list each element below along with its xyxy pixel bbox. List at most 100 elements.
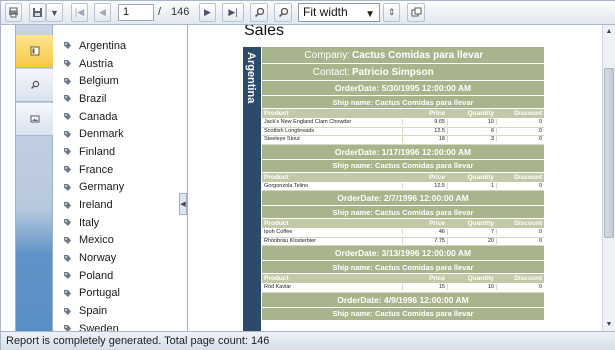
table-cell: Jack's New England Clam Chowder	[264, 119, 352, 125]
contact-label: Contact:	[312, 66, 350, 78]
document-map-item-label: Mexico	[79, 234, 114, 247]
tab-search[interactable]	[16, 69, 53, 102]
order-date-row: OrderDate: 2/7/1996 12:00:00 AM	[262, 191, 544, 206]
zoom-out-icon	[278, 7, 288, 18]
tab-document-map[interactable]	[16, 35, 53, 68]
table-row: Steeleye Stout 18 3 0	[262, 136, 544, 145]
column-header: Product	[264, 110, 289, 117]
order-date-row: OrderDate: 4/9/1996 12:00:00 AM	[262, 292, 544, 308]
page-separator: /	[158, 6, 162, 18]
first-page-button[interactable]: |◀	[71, 3, 88, 22]
scroll-up-icon[interactable]: ▲	[603, 25, 615, 37]
tag-icon	[64, 201, 71, 209]
document-map-item[interactable]: Spain	[63, 302, 183, 320]
document-map-item[interactable]: Norway	[63, 249, 183, 267]
document-map-item[interactable]: Portugal	[63, 285, 183, 303]
column-header: Discount	[514, 173, 542, 181]
company-label: Company:	[304, 49, 350, 61]
tab-thumbnails[interactable]	[16, 103, 53, 136]
document-map-item[interactable]: Italy	[63, 214, 183, 232]
tag-icon	[64, 148, 71, 156]
column-header: Product	[264, 275, 289, 282]
table-cell: Steeleye Stout	[264, 136, 300, 142]
document-map-item[interactable]: Austria	[63, 55, 183, 73]
last-page-button[interactable]: ▶|	[222, 3, 244, 22]
column-header: Product	[264, 173, 289, 181]
save-icon	[33, 8, 42, 17]
document-map-item[interactable]: Finland	[63, 143, 183, 161]
column-header: Quantity	[467, 110, 494, 117]
sidebar-collapse-handle[interactable]: ◀	[179, 193, 187, 215]
chevron-down-icon: ▼	[50, 7, 59, 18]
ship-name-row: Ship name: Cactus Comidas para llevar	[262, 206, 544, 219]
page-number-input[interactable]: 1	[118, 4, 154, 21]
tag-icon	[64, 183, 71, 191]
group-band: Argentina	[243, 47, 261, 331]
document-map-item[interactable]: France	[63, 161, 183, 179]
table-cell: 0	[496, 229, 544, 235]
table-cell: Scottish Longbreads	[264, 127, 315, 134]
column-header-row: Product Price Quantity Discount	[262, 274, 544, 284]
vertical-scrollbar[interactable]: ▲ ▼	[602, 25, 615, 331]
document-map-item[interactable]: Argentina	[63, 37, 183, 55]
company-value: Cactus Comidas para llevar	[352, 49, 484, 61]
document-map-item[interactable]: Denmark	[63, 125, 183, 143]
sidebar: Argentina Austria Belgium Brazil Canada Denma…	[1, 25, 188, 331]
document-map-item-label: Belgium	[79, 75, 119, 88]
report-group: Argentina Company: Cactus Comidas para l…	[243, 47, 544, 331]
tag-icon	[64, 254, 71, 262]
table-cell: Rhönbräu Klosterbier	[264, 237, 316, 244]
document-map-item[interactable]: Germany	[63, 179, 183, 197]
page-total: 146	[171, 6, 190, 18]
table-cell: 0	[496, 136, 544, 142]
document-map-item[interactable]: Ireland	[63, 196, 183, 214]
previous-page-button[interactable]: ◀	[94, 3, 111, 22]
table-cell: 18	[402, 136, 447, 142]
document-map-item[interactable]: Poland	[63, 267, 183, 285]
zoom-out-button[interactable]	[274, 3, 292, 22]
column-header: Price	[429, 110, 445, 117]
document-map-item[interactable]: Mexico	[63, 232, 183, 250]
zoom-select[interactable]: Fit width ▼	[298, 3, 380, 22]
document-map-item-label: Portugal	[79, 287, 120, 300]
document-map-item[interactable]: Brazil	[63, 90, 183, 108]
table-cell: 0	[496, 127, 544, 134]
table-cell: 15	[402, 284, 447, 290]
table-cell: 12.5	[402, 127, 447, 134]
zoom-in-button[interactable]	[250, 3, 268, 22]
document-map-item[interactable]: Belgium	[63, 72, 183, 90]
print-button[interactable]	[5, 3, 22, 22]
column-header: Price	[429, 275, 445, 282]
next-page-button[interactable]: ▶	[199, 3, 216, 22]
document-map-item-label: Denmark	[79, 128, 124, 141]
chevron-left-icon: ◀	[180, 201, 186, 208]
column-header-row: Product Price Quantity Discount	[262, 219, 544, 229]
tag-icon	[64, 77, 71, 85]
export-button[interactable]	[29, 3, 46, 22]
table-row: Gorgonzola Telino 12.5 1 0	[262, 182, 544, 191]
tag-icon	[64, 42, 71, 50]
column-header: Quantity	[467, 275, 494, 282]
order-date-row: OrderDate: 5/30/1995 12:00:00 AM	[262, 81, 544, 96]
first-page-icon: |◀	[74, 7, 85, 17]
table-cell: 1	[447, 182, 496, 189]
report-title: Sales	[244, 25, 285, 39]
table-cell: 0	[496, 284, 544, 290]
table-cell: 0	[496, 237, 544, 244]
zoom-stepper-button[interactable]: ⇕	[383, 3, 400, 22]
scroll-thumb[interactable]	[604, 68, 614, 238]
group-label: Argentina	[245, 52, 257, 104]
toggle-layout-button[interactable]	[407, 3, 425, 22]
export-dropdown-button[interactable]: ▼	[46, 3, 63, 22]
document-map-item[interactable]: Canada	[63, 108, 183, 126]
ship-name-row: Ship name: Cactus Comidas para llevar	[262, 159, 544, 173]
tag-icon	[64, 289, 71, 297]
document-map-item-label: Austria	[79, 57, 114, 70]
print-icon	[9, 7, 18, 18]
scroll-down-icon[interactable]: ▼	[603, 318, 615, 330]
document-map-item[interactable]: Sweden	[63, 320, 183, 331]
table-row: Scottish Longbreads 12.5 6 0	[262, 127, 544, 136]
table-cell: Röd Kaviar	[264, 284, 292, 290]
table-row: Ipoh Coffee 46 7 0	[262, 229, 544, 238]
table-row: Rhönbräu Klosterbier 7.75 20 0	[262, 237, 544, 246]
